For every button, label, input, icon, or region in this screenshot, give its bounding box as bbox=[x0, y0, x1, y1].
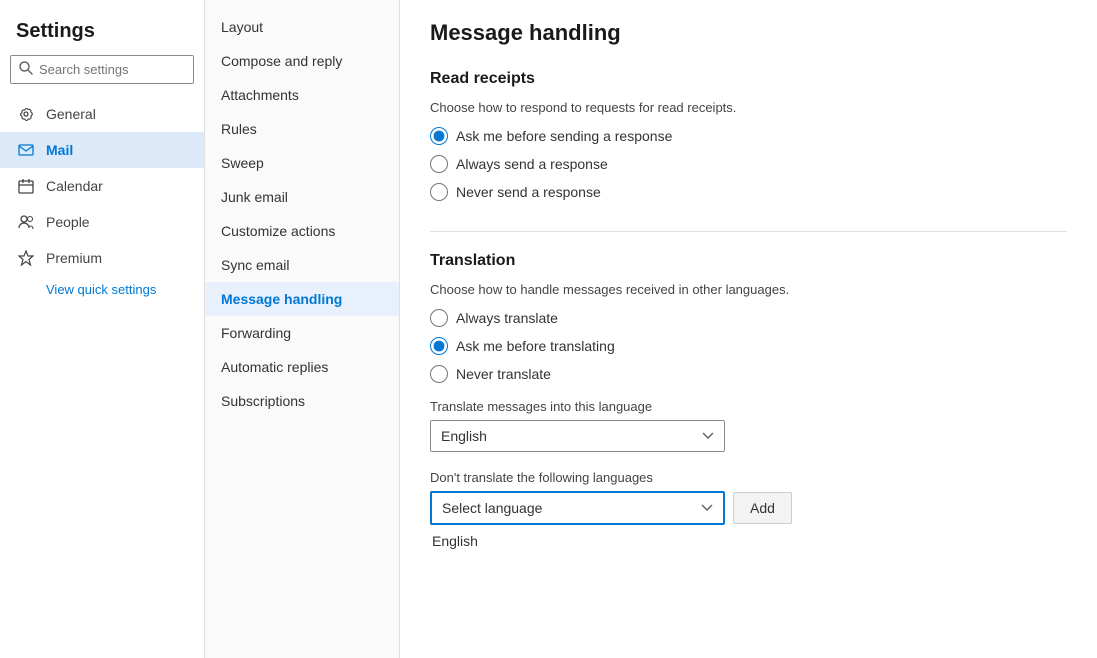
translation-section: Translation Choose how to handle message… bbox=[430, 252, 1067, 549]
read-receipts-subtitle: Choose how to respond to requests for re… bbox=[430, 100, 1067, 115]
sidebar-item-general[interactable]: General bbox=[0, 96, 204, 132]
mid-nav-automatic-replies[interactable]: Automatic replies bbox=[205, 350, 399, 384]
radio-never-receipt-input[interactable] bbox=[430, 183, 448, 201]
mid-nav-customize-actions[interactable]: Customize actions bbox=[205, 214, 399, 248]
sidebar-label-premium: Premium bbox=[46, 250, 102, 266]
radio-always-receipt-label: Always send a response bbox=[456, 156, 608, 172]
mid-nav-rules[interactable]: Rules bbox=[205, 112, 399, 146]
sidebar-label-mail: Mail bbox=[46, 142, 73, 158]
mid-nav-attachments[interactable]: Attachments bbox=[205, 78, 399, 112]
sidebar-item-mail[interactable]: Mail bbox=[0, 132, 204, 168]
radio-always-translate-label: Always translate bbox=[456, 310, 558, 326]
premium-icon bbox=[16, 248, 36, 268]
radio-always-receipt[interactable]: Always send a response bbox=[430, 155, 1067, 173]
translation-title: Translation bbox=[430, 252, 1067, 270]
gear-icon bbox=[16, 104, 36, 124]
radio-ask-translate-label: Ask me before translating bbox=[456, 338, 615, 354]
mid-nav-junk-email[interactable]: Junk email bbox=[205, 180, 399, 214]
mid-nav-forwarding[interactable]: Forwarding bbox=[205, 316, 399, 350]
page-title: Message handling bbox=[430, 20, 1067, 46]
search-input[interactable] bbox=[39, 62, 185, 77]
read-receipts-options: Ask me before sending a response Always … bbox=[430, 127, 1067, 201]
dont-translate-row: Select language Add bbox=[430, 491, 1067, 525]
added-language: English bbox=[430, 533, 1067, 549]
mid-nav: Layout Compose and reply Attachments Rul… bbox=[205, 0, 400, 658]
translation-options: Always translate Ask me before translati… bbox=[430, 309, 1067, 383]
mid-nav-message-handling[interactable]: Message handling bbox=[205, 282, 399, 316]
select-language-dropdown[interactable]: Select language bbox=[430, 491, 725, 525]
search-box[interactable] bbox=[10, 55, 194, 84]
sidebar-item-calendar[interactable]: Calendar bbox=[0, 168, 204, 204]
sidebar-label-general: General bbox=[46, 106, 96, 122]
read-receipts-title: Read receipts bbox=[430, 70, 1067, 88]
language-field-label: Translate messages into this language bbox=[430, 399, 1067, 414]
radio-ask-translate-input[interactable] bbox=[430, 337, 448, 355]
radio-ask-receipt[interactable]: Ask me before sending a response bbox=[430, 127, 1067, 145]
people-icon bbox=[16, 212, 36, 232]
mid-nav-compose-reply[interactable]: Compose and reply bbox=[205, 44, 399, 78]
mid-nav-subscriptions[interactable]: Subscriptions bbox=[205, 384, 399, 418]
read-receipts-section: Read receipts Choose how to respond to r… bbox=[430, 70, 1067, 201]
radio-ask-receipt-label: Ask me before sending a response bbox=[456, 128, 672, 144]
sidebar-label-people: People bbox=[46, 214, 90, 230]
radio-always-receipt-input[interactable] bbox=[430, 155, 448, 173]
radio-always-translate-input[interactable] bbox=[430, 309, 448, 327]
mid-nav-layout[interactable]: Layout bbox=[205, 10, 399, 44]
app-title: Settings bbox=[0, 16, 204, 55]
dont-translate-label: Don't translate the following languages bbox=[430, 470, 1067, 485]
radio-never-translate-label: Never translate bbox=[456, 366, 551, 382]
section-divider bbox=[430, 231, 1067, 232]
language-dropdown[interactable]: English bbox=[430, 420, 725, 452]
radio-ask-translate[interactable]: Ask me before translating bbox=[430, 337, 1067, 355]
translation-subtitle: Choose how to handle messages received i… bbox=[430, 282, 1067, 297]
radio-never-receipt[interactable]: Never send a response bbox=[430, 183, 1067, 201]
radio-never-receipt-label: Never send a response bbox=[456, 184, 601, 200]
radio-never-translate[interactable]: Never translate bbox=[430, 365, 1067, 383]
radio-never-translate-input[interactable] bbox=[430, 365, 448, 383]
mid-nav-sweep[interactable]: Sweep bbox=[205, 146, 399, 180]
sidebar-item-premium[interactable]: Premium bbox=[0, 240, 204, 276]
search-icon bbox=[19, 61, 33, 78]
radio-ask-receipt-input[interactable] bbox=[430, 127, 448, 145]
quick-settings-link[interactable]: View quick settings bbox=[0, 276, 204, 303]
mid-nav-sync-email[interactable]: Sync email bbox=[205, 248, 399, 282]
sidebar-label-calendar: Calendar bbox=[46, 178, 103, 194]
main-content: Message handling Read receipts Choose ho… bbox=[400, 0, 1097, 658]
radio-always-translate[interactable]: Always translate bbox=[430, 309, 1067, 327]
sidebar-item-people[interactable]: People bbox=[0, 204, 204, 240]
calendar-icon bbox=[16, 176, 36, 196]
mail-icon bbox=[16, 140, 36, 160]
sidebar: Settings General Mail bbox=[0, 0, 205, 658]
add-button[interactable]: Add bbox=[733, 492, 792, 524]
